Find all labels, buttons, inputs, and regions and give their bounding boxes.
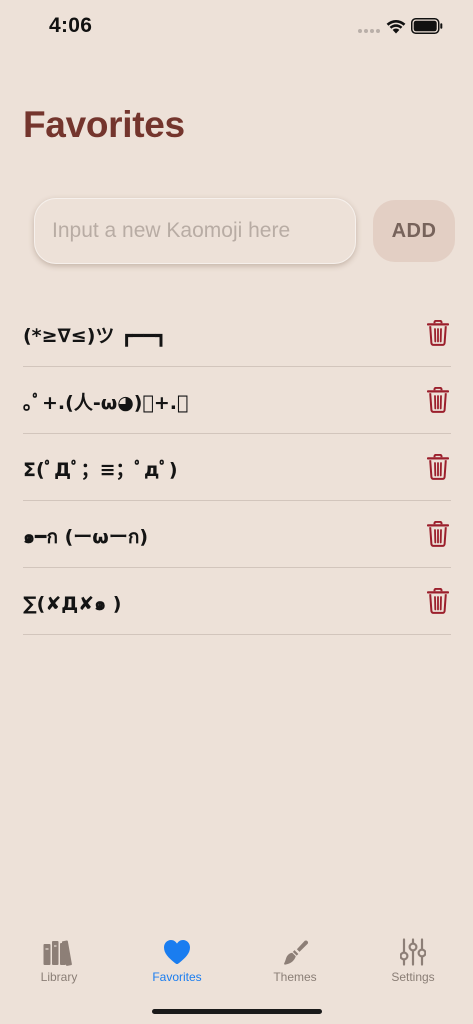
tab-favorites[interactable]: Favorites — [127, 928, 227, 992]
favorites-list: (*≥∇≤)ツ ┏━━┓ ｡ﾟ+.(人-ω◕)ﾟ+.ﾟ Σ(ﾟДﾟ；≡；ﾟдﾟ)… — [23, 300, 451, 635]
battery-icon — [411, 18, 443, 34]
paintbrush-icon — [284, 940, 309, 965]
tab-settings[interactable]: Settings — [363, 928, 463, 992]
tab-label: Favorites — [152, 970, 202, 984]
kaomoji-text[interactable]: ｡ﾟ+.(人-ω◕)ﾟ+.ﾟ — [23, 388, 188, 415]
kaomoji-text[interactable]: ๑━ก (ーωーก) — [23, 522, 148, 552]
sliders-icon — [400, 938, 426, 966]
wifi-icon — [386, 20, 406, 34]
trash-icon — [426, 587, 450, 614]
kaomoji-text[interactable]: ∑(✘Д✘๑ ) — [23, 589, 121, 619]
list-item[interactable]: Σ(ﾟДﾟ；≡；ﾟдﾟ) — [23, 434, 451, 501]
list-item[interactable]: ๑━ก (ーωーก) — [23, 501, 451, 568]
status-bar: 4:06 — [0, 0, 473, 54]
books-icon — [43, 940, 72, 966]
delete-button[interactable] — [426, 520, 450, 547]
tab-themes[interactable]: Themes — [245, 928, 345, 992]
tab-label: Themes — [273, 970, 317, 984]
kaomoji-text[interactable]: (*≥∇≤)ツ ┏━━┓ — [23, 321, 167, 348]
home-indicator[interactable] — [152, 1009, 322, 1014]
list-item[interactable]: (*≥∇≤)ツ ┏━━┓ — [23, 300, 451, 367]
delete-button[interactable] — [426, 587, 450, 614]
heart-icon — [164, 940, 190, 964]
trash-icon — [426, 520, 450, 547]
tab-bar: Library Favorites Themes Settings — [0, 928, 473, 998]
kaomoji-input[interactable] — [34, 198, 356, 264]
delete-button[interactable] — [426, 386, 450, 413]
delete-button[interactable] — [426, 319, 450, 346]
add-button[interactable]: ADD — [373, 200, 455, 262]
list-item[interactable]: ∑(✘Д✘๑ ) — [23, 568, 451, 635]
list-item[interactable]: ｡ﾟ+.(人-ω◕)ﾟ+.ﾟ — [23, 367, 451, 434]
trash-icon — [426, 319, 450, 346]
trash-icon — [426, 453, 450, 480]
status-time: 4:06 — [49, 14, 93, 37]
tab-label: Library — [40, 970, 78, 984]
kaomoji-text[interactable]: Σ(ﾟДﾟ；≡；ﾟдﾟ) — [23, 455, 178, 482]
trash-icon — [426, 386, 450, 413]
tab-label: Settings — [391, 970, 435, 984]
delete-button[interactable] — [426, 453, 450, 480]
tab-library[interactable]: Library — [9, 928, 109, 992]
page-title: Favorites — [23, 104, 185, 145]
signal-dots-icon — [358, 29, 380, 33]
